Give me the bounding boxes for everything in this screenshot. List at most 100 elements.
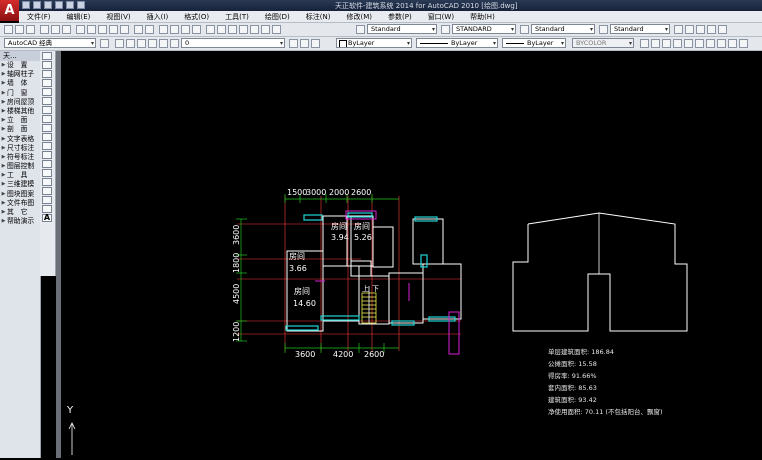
menu-window[interactable]: 窗口(W) [420,12,462,22]
menu-axis-columns[interactable]: ▶ 轴网柱子 [0,70,40,79]
menu-rooms-roof[interactable]: ▶ 房间屋顶 [0,98,40,107]
menu-text-tables[interactable]: ▶ 文字表格 [0,135,40,144]
match-properties-icon[interactable] [109,25,118,34]
revision-cloud-icon[interactable] [42,115,52,123]
new-file-icon[interactable] [4,25,13,34]
ducs-icon[interactable] [706,39,715,48]
pan-icon[interactable] [159,25,168,34]
polyline-icon[interactable] [42,70,52,78]
table-icon[interactable] [42,205,52,213]
menu-3d-modeling[interactable]: ▶ 三维建模 [0,180,40,189]
menu-settings[interactable]: ▶ 设 置 [0,61,40,70]
dim-style-combo[interactable]: STANDARD [452,24,516,34]
block-editor-icon[interactable] [120,25,129,34]
menu-blocks-patterns[interactable]: ▶ 图块图案 [0,190,40,199]
menu-tools[interactable]: 工具(T) [217,12,257,22]
lwt-icon[interactable] [728,39,737,48]
hatch-icon[interactable] [42,178,52,186]
ellipse-icon[interactable] [42,133,52,141]
qp-icon[interactable] [739,39,748,48]
construction-line-icon[interactable] [42,61,52,69]
plotstyle-combo[interactable]: BYCOLOR [572,38,634,48]
otrack-icon[interactable] [695,39,704,48]
menu-dimension[interactable]: 标注(N) [298,12,339,22]
menu-file-layout[interactable]: ▶ 文件布图 [0,199,40,208]
app-logo-icon[interactable]: A [0,0,19,21]
zoom-window-icon[interactable] [181,25,190,34]
polar-icon[interactable] [673,39,682,48]
workspace-settings-icon[interactable] [100,39,109,48]
save-icon[interactable] [44,1,52,9]
paste-icon[interactable] [98,25,107,34]
menu-parameters[interactable]: 参数(P) [380,12,420,22]
ellipse-arc-icon[interactable] [42,142,52,150]
cut-icon[interactable] [76,25,85,34]
polygon-icon[interactable] [42,79,52,87]
plot-icon[interactable] [40,25,49,34]
region-icon[interactable] [42,196,52,204]
open-file-icon[interactable] [15,25,24,34]
align-leader-icon[interactable] [707,25,716,34]
menu-elevation[interactable]: ▶ 立 面 [0,116,40,125]
menu-doors-windows[interactable]: ▶ 门 窗 [0,89,40,98]
menu-section[interactable]: ▶ 剖 面 [0,125,40,134]
menu-modify[interactable]: 修改(M) [338,12,380,22]
layer-states-icon[interactable] [126,39,135,48]
insert-block-icon[interactable] [42,151,52,159]
arc-icon[interactable] [42,97,52,105]
preview-icon[interactable] [51,25,60,34]
publish-icon[interactable] [62,25,71,34]
menu-help-demo[interactable]: ▶ 帮助演示 [0,217,40,226]
properties-icon[interactable] [206,25,215,34]
layer-manager-icon[interactable] [115,39,124,48]
add-leader-icon[interactable] [685,25,694,34]
lock-icon[interactable] [159,39,168,48]
text-style-combo[interactable]: Standard [367,24,437,34]
multileader-icon[interactable] [674,25,683,34]
design-center-icon[interactable] [217,25,226,34]
workspace-combo[interactable]: AutoCAD 经典 [4,38,96,48]
help-icon[interactable] [272,25,281,34]
rectangle-icon[interactable] [42,88,52,96]
tool-palettes-icon[interactable] [228,25,237,34]
multiline-text-icon[interactable]: A [42,214,52,222]
sheet-set-icon[interactable] [239,25,248,34]
menu-dimensions[interactable]: ▶ 尺寸标注 [0,144,40,153]
menu-other[interactable]: ▶ 其 它 [0,208,40,217]
sun-icon[interactable] [148,39,157,48]
lightbulb-icon[interactable] [137,39,146,48]
linetype-combo[interactable]: ByLayer [416,38,498,48]
undo-icon[interactable] [55,1,63,9]
markup-icon[interactable] [250,25,259,34]
collect-leader-icon[interactable] [718,25,727,34]
calculator-icon[interactable] [261,25,270,34]
open-icon[interactable] [33,1,41,9]
menu-draw[interactable]: 绘图(D) [257,12,298,22]
table-style-combo[interactable]: Standard [531,24,595,34]
gradient-icon[interactable] [42,187,52,195]
print-icon[interactable] [77,1,85,9]
layer-previous-icon[interactable] [300,39,309,48]
point-icon[interactable] [42,169,52,177]
ortho-icon[interactable] [662,39,671,48]
menu-view[interactable]: 视图(V) [98,12,138,22]
layer-color-icon[interactable] [170,39,179,48]
make-current-icon[interactable] [289,39,298,48]
redo-icon[interactable] [66,1,74,9]
circle-icon[interactable] [42,106,52,114]
grid-icon[interactable] [651,39,660,48]
spline-icon[interactable] [42,124,52,132]
menu-symbols[interactable]: ▶ 符号标注 [0,153,40,162]
layer-combo[interactable]: 0 [181,38,285,48]
osnap-icon[interactable] [684,39,693,48]
save-file-icon[interactable] [26,25,35,34]
zoom-realtime-icon[interactable] [170,25,179,34]
menu-stairs-other[interactable]: ▶ 楼梯其他 [0,107,40,116]
lineweight-combo[interactable]: ByLayer [502,38,566,48]
redo-icon[interactable] [145,25,154,34]
undo-icon[interactable] [134,25,143,34]
copy-icon[interactable] [87,25,96,34]
menu-layer-control[interactable]: ▶ 图层控制 [0,162,40,171]
line-icon[interactable] [42,52,52,60]
menu-help[interactable]: 帮助(H) [462,12,503,22]
